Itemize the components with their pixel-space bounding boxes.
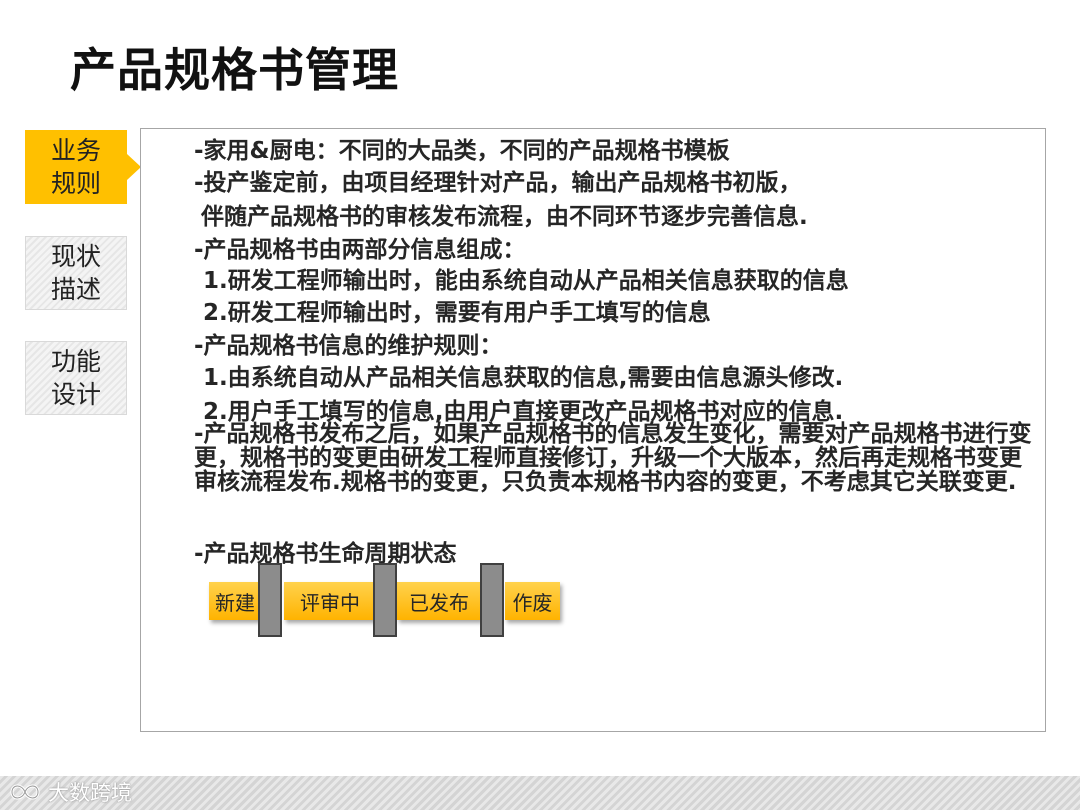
stage-new: 新建 [209, 582, 261, 620]
tab-business-rules[interactable]: 业务 规则 [25, 130, 141, 204]
watermark-text: 大数跨境 [48, 781, 132, 805]
tab-business-rules-label: 业务 规则 [50, 136, 101, 198]
lifecycle-heading: -产品规格书生命周期状态 [194, 541, 457, 567]
footer-band [0, 776, 1080, 810]
change-paragraph: -产品规格书发布之后，如果产品规格书的信息发生变化，需要对产品规格书进行变更，规… [194, 421, 1032, 495]
rule-line-1: -家用&厨电：不同的大品类，不同的产品规格书模板 [194, 138, 730, 164]
tab-function-design-label: 功能 设计 [50, 347, 101, 409]
stage-obsolete: 作废 [505, 582, 560, 620]
stage-new-label: 新建 [215, 590, 255, 615]
stage-separator [480, 563, 504, 637]
stage-published: 已发布 [397, 582, 481, 620]
tab-function-design[interactable]: 功能 设计 [25, 341, 127, 415]
stage-reviewing: 评审中 [284, 582, 376, 620]
rule-line-6: 2.研发工程师输出时，需要有用户手工填写的信息 [203, 300, 711, 326]
stage-separator [373, 563, 397, 637]
rule-line-5: 1.研发工程师输出时，能由系统自动从产品相关信息获取的信息 [203, 268, 849, 294]
rule-line-4: -产品规格书由两部分信息组成： [194, 237, 526, 263]
infinity-logo-icon [10, 784, 40, 800]
stage-published-label: 已发布 [409, 590, 469, 615]
rule-line-2: -投产鉴定前，由项目经理针对产品，输出产品规格书初版， [194, 170, 802, 196]
rule-line-7: -产品规格书信息的维护规则： [194, 333, 503, 359]
rule-line-8: 1.由系统自动从产品相关信息获取的信息,需要由信息源头修改. [203, 365, 844, 391]
stage-reviewing-label: 评审中 [300, 590, 360, 615]
tab-current-status[interactable]: 现状 描述 [25, 236, 127, 310]
stage-separator [258, 563, 282, 637]
watermark: 大数跨境 [6, 777, 132, 807]
tab-current-status-label: 现状 描述 [50, 242, 101, 304]
stage-obsolete-label: 作废 [512, 590, 553, 615]
page-title: 产品规格书管理 [70, 43, 399, 97]
rule-line-3: 伴随产品规格书的审核发布流程，由不同环节逐步完善信息. [201, 204, 808, 230]
